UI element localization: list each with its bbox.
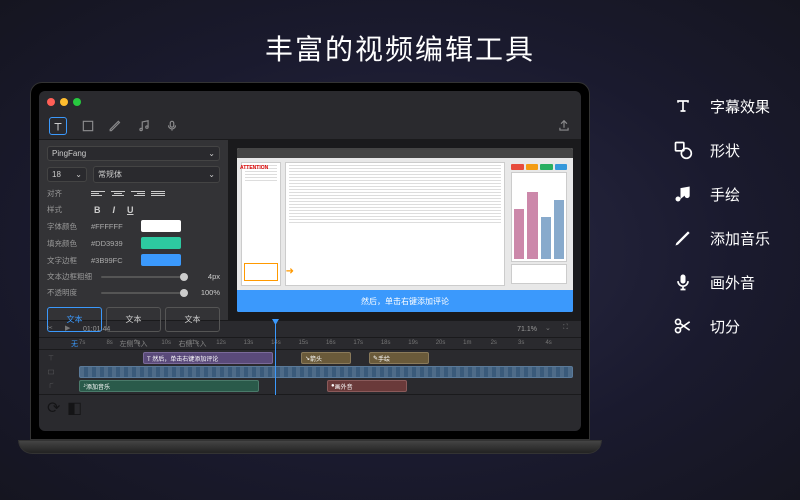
attention-label: ATTENTION (240, 165, 268, 171)
stroke-width-label: 文本边框粗细 (47, 271, 95, 282)
shape-icon (672, 139, 694, 161)
align-label: 对齐 (47, 188, 85, 199)
shape-tool[interactable] (81, 119, 95, 133)
minimize-dot[interactable] (60, 98, 68, 106)
scissors-icon (672, 315, 694, 337)
page-title: 丰富的视频编辑工具 (0, 0, 800, 68)
opacity-label: 不透明度 (47, 287, 95, 298)
zoom-dropdown-icon[interactable]: ⌄ (545, 324, 555, 334)
feature-label: 手绘 (710, 184, 740, 205)
pencil-icon (672, 227, 694, 249)
feature-subtitle: 字幕效果 (672, 95, 770, 117)
bold-button[interactable]: B (91, 205, 104, 215)
opacity-slider[interactable] (101, 292, 188, 294)
music-tool[interactable] (137, 119, 151, 133)
top-toolbar (39, 113, 581, 140)
clip-text[interactable]: T 然后，单击右键添加评论 (143, 352, 273, 364)
stroke-width-slider[interactable] (101, 276, 188, 278)
music-note-icon (672, 183, 694, 205)
border-color-swatch[interactable] (141, 254, 181, 266)
laptop-mockup: PingFang⌄ 18⌄ 常规体⌄ 对齐 样式 B (30, 82, 590, 454)
timeline-tracks: T 然后，单击右键添加评论 ↘ 箭头 ✎ 手绘 ♪ 添加音乐 ● 画外音 (39, 350, 581, 394)
preview-canvas[interactable]: ATTENTION ➜ (229, 140, 581, 320)
maximize-dot[interactable] (73, 98, 81, 106)
arrow-annotation: ➜ (286, 266, 294, 277)
timeline-ruler[interactable]: 7s8s9s10s11s12s13s14s15s16s17s18s19s20s1… (39, 338, 581, 350)
feature-voiceover: 画外音 (672, 271, 770, 293)
playhead[interactable] (275, 323, 276, 395)
cut-button[interactable]: ✂ (47, 324, 57, 334)
clip-voice[interactable]: ● 画外音 (327, 380, 407, 392)
mic-tool[interactable] (165, 119, 179, 133)
anim-fly-left[interactable]: 文本 (106, 307, 161, 332)
font-color-hex: #FFFFFF (91, 222, 135, 231)
feature-label: 画外音 (710, 272, 755, 293)
font-family-select[interactable]: PingFang⌄ (47, 146, 220, 161)
highlight-box (244, 263, 278, 281)
bottom-toolbar: ⟳ ◧ (39, 394, 581, 411)
marker-button[interactable]: ◧ (67, 398, 77, 408)
feature-label: 字幕效果 (710, 96, 770, 117)
style-label: 样式 (47, 204, 85, 215)
preview-thumbnail-pane: ATTENTION ➜ (241, 162, 281, 286)
feature-music: 添加音乐 (672, 227, 770, 249)
clip-video[interactable] (79, 366, 573, 378)
preview-caption: 然后，单击右键添加评论 (237, 290, 573, 312)
preview-side-pane (509, 162, 569, 286)
preview-document-pane (285, 162, 505, 286)
zoom-level: 71.1% (517, 326, 537, 333)
feature-label: 切分 (710, 316, 740, 337)
share-button[interactable] (557, 119, 571, 133)
close-dot[interactable] (47, 98, 55, 106)
stroke-width-value: 4px (194, 272, 220, 281)
opacity-value: 100% (194, 288, 220, 297)
feature-label: 添加音乐 (710, 228, 770, 249)
video-editor-app: PingFang⌄ 18⌄ 常规体⌄ 对齐 样式 B (39, 91, 581, 431)
timecode: 01:01:44 (83, 326, 110, 333)
loop-button[interactable]: ⟳ (47, 398, 57, 408)
align-right-button[interactable] (131, 189, 145, 199)
font-weight-select[interactable]: 常规体⌄ (93, 166, 220, 183)
fullscreen-button[interactable]: ⛶ (563, 324, 573, 334)
feature-split: 切分 (672, 315, 770, 337)
align-center-button[interactable] (111, 189, 125, 199)
feature-list: 字幕效果 形状 手绘 添加音乐 画外音 切分 (672, 95, 770, 337)
font-color-swatch[interactable] (141, 220, 181, 232)
fill-color-label: 填充颜色 (47, 238, 85, 249)
mic-icon (672, 271, 694, 293)
feature-label: 形状 (710, 140, 740, 161)
track-text: T 然后，单击右键添加评论 ↘ 箭头 ✎ 手绘 (47, 352, 573, 364)
underline-button[interactable]: U (124, 205, 137, 215)
border-color-label: 文字边框 (47, 255, 85, 266)
border-color-hex: #3B99FC (91, 256, 135, 265)
track-audio: ♪ 添加音乐 ● 画外音 (47, 380, 573, 392)
clip-draw[interactable]: ✎ 手绘 (369, 352, 429, 364)
text-properties-panel: PingFang⌄ 18⌄ 常规体⌄ 对齐 样式 B (39, 140, 229, 320)
clip-arrow[interactable]: ↘ 箭头 (301, 352, 351, 364)
text-icon (672, 95, 694, 117)
track-video (47, 366, 573, 378)
fill-color-swatch[interactable] (141, 237, 181, 249)
align-left-button[interactable] (91, 189, 105, 199)
italic-button[interactable]: I (110, 205, 119, 215)
draw-tool[interactable] (109, 119, 123, 133)
align-justify-button[interactable] (151, 189, 165, 199)
feature-shape: 形状 (672, 139, 770, 161)
fill-color-hex: #DD3939 (91, 239, 135, 248)
font-size-select[interactable]: 18⌄ (47, 167, 87, 182)
anim-fly-right[interactable]: 文本 (165, 307, 220, 332)
window-titlebar (39, 91, 581, 113)
text-tool[interactable] (49, 117, 67, 135)
feature-draw: 手绘 (672, 183, 770, 205)
clip-audio[interactable]: ♪ 添加音乐 (79, 380, 259, 392)
font-color-label: 字体颜色 (47, 221, 85, 232)
play-button[interactable]: ▶ (65, 324, 75, 334)
